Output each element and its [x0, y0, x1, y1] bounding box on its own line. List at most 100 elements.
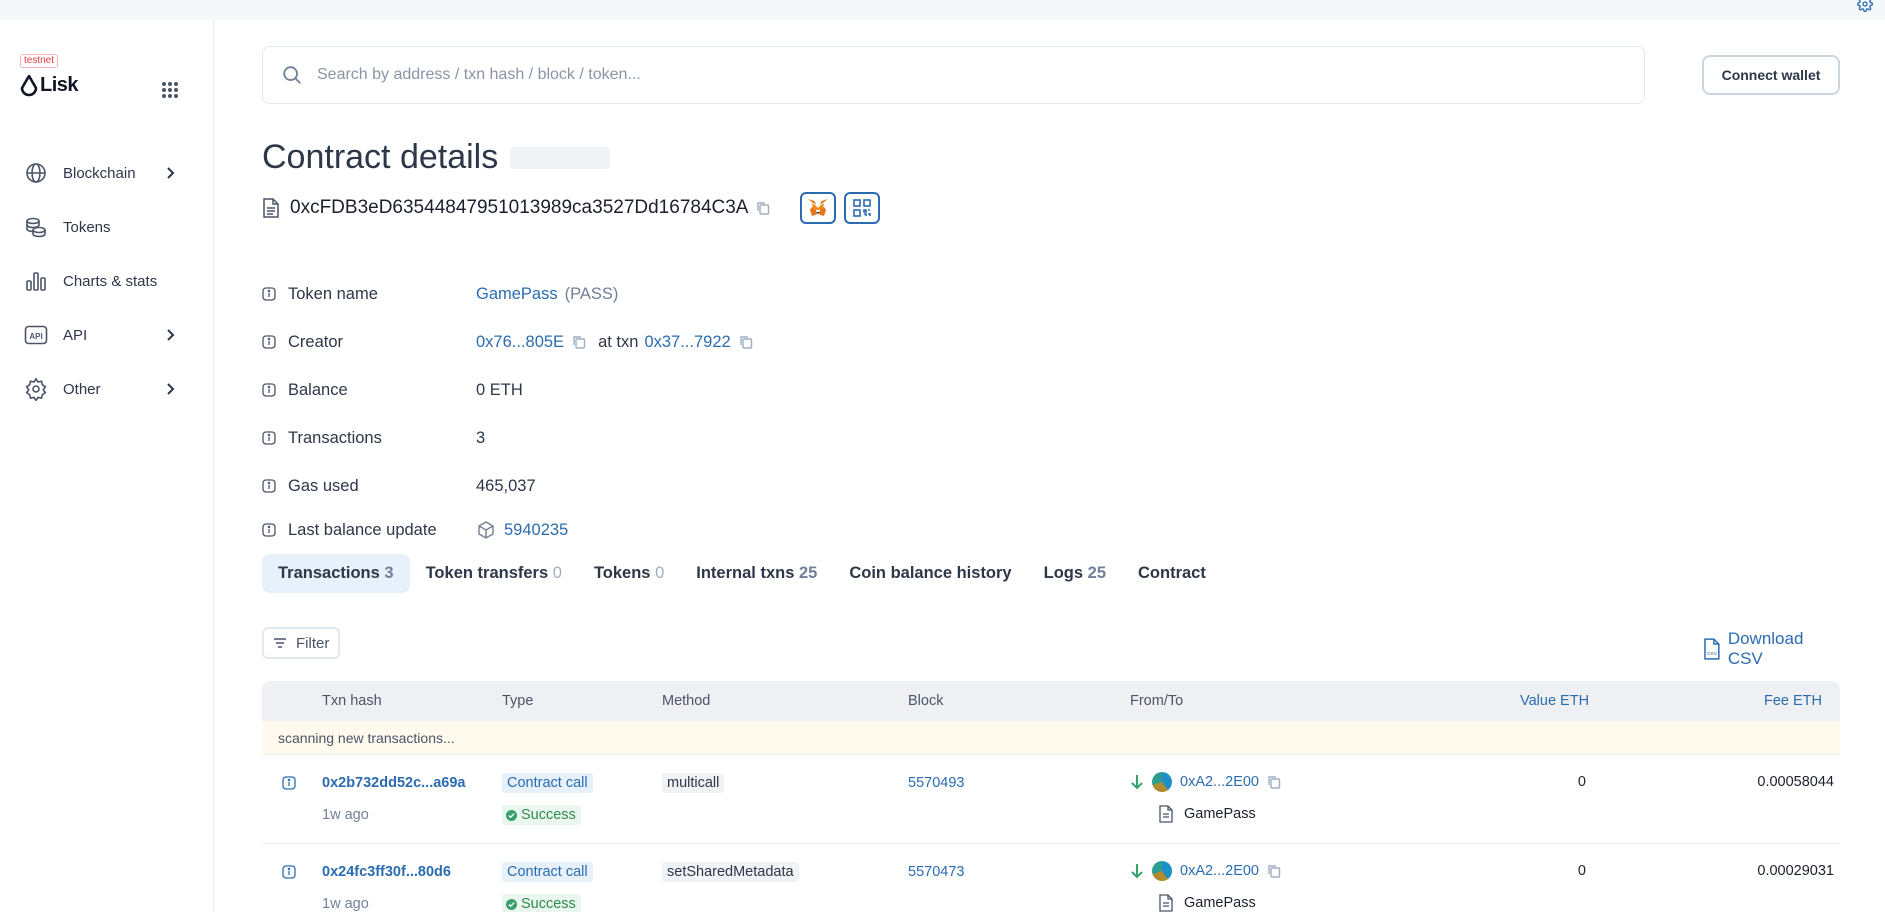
tab-coin-balance-history[interactable]: Coin balance history [833, 554, 1027, 593]
token-name-link[interactable]: GamePass [476, 285, 558, 304]
copy-icon[interactable] [572, 335, 586, 349]
from-address: 0xA2...2E00 [1130, 861, 1281, 881]
contract-document-icon [1159, 894, 1173, 912]
type-badge: Contract call [502, 862, 593, 882]
lisk-drop-icon [20, 74, 38, 96]
tab-contract[interactable]: Contract [1122, 554, 1222, 593]
svg-text:CSV: CSV [1707, 651, 1718, 657]
sidebar-item-blockchain[interactable]: Blockchain [0, 146, 214, 200]
download-csv-link[interactable]: CSV Download CSV [1702, 629, 1842, 669]
arrow-down-icon [1131, 864, 1143, 879]
chevron-right-icon [167, 329, 175, 341]
header-method: Method [662, 693, 711, 709]
chevron-right-icon [167, 167, 175, 179]
txn-hash-link[interactable]: 0x2b732dd52c...a69a [322, 775, 466, 791]
block-number-link[interactable]: 5940235 [504, 521, 568, 540]
header-txn-hash: Txn hash [322, 693, 382, 709]
sidebar-nav: Blockchain Tokens Charts & stats API API… [0, 146, 214, 416]
sidebar-item-other[interactable]: Other [0, 362, 214, 416]
sidebar-item-charts-stats[interactable]: Charts & stats [0, 254, 214, 308]
header-fee-eth[interactable]: Fee ETH [1764, 693, 1822, 709]
search-input[interactable] [317, 66, 1517, 84]
txn-age: 1w ago [322, 896, 369, 912]
connect-wallet-button[interactable]: Connect wallet [1702, 55, 1840, 95]
filter-button[interactable]: Filter [262, 627, 340, 659]
header-value-eth[interactable]: Value ETH [1520, 693, 1589, 709]
detail-row-balance: Balance 0 ETH [262, 366, 1062, 414]
transactions-count-link[interactable]: 3 [476, 429, 485, 448]
txn-age: 1w ago [322, 807, 369, 823]
block-cube-icon [478, 521, 494, 539]
search-bar[interactable] [262, 46, 1645, 104]
qr-code-icon [853, 199, 872, 217]
info-icon[interactable] [262, 431, 276, 445]
detail-label: Gas used [288, 476, 359, 495]
filter-icon [274, 638, 286, 648]
sidebar-item-api[interactable]: API API [0, 308, 214, 362]
sidebar-item-label: API [63, 326, 88, 344]
detail-label: Creator [288, 332, 344, 351]
from-address-link[interactable]: 0xA2...2E00 [1180, 774, 1259, 790]
filter-label: Filter [296, 634, 330, 652]
from-address-link[interactable]: 0xA2...2E00 [1180, 863, 1259, 879]
avatar [1152, 861, 1172, 881]
copy-icon[interactable] [1267, 775, 1281, 789]
detail-label: Balance [288, 380, 348, 399]
coins-icon [26, 217, 46, 238]
detail-row-gas-used: Gas used 465,037 [262, 462, 1062, 510]
address-row: 0xcFDB3eD63544847951013989ca3527Dd16784C… [262, 192, 881, 224]
copy-icon[interactable] [739, 335, 753, 349]
top-bar [0, 0, 1885, 20]
tab-token-transfers[interactable]: Token transfers 0 [410, 554, 578, 593]
detail-label: Last balance update [288, 520, 437, 539]
info-icon[interactable] [262, 479, 276, 493]
lisk-logo[interactable]: Lisk [20, 74, 79, 97]
tab-tokens[interactable]: Tokens 0 [578, 554, 680, 593]
value-eth: 0 [1577, 863, 1586, 879]
info-icon[interactable] [262, 335, 276, 349]
apps-grid-icon[interactable] [160, 80, 180, 100]
contract-document-icon [1159, 805, 1173, 823]
at-txn-text: at txn [598, 332, 639, 351]
type-badge: Contract call [502, 773, 593, 793]
sidebar-item-label: Charts & stats [63, 272, 158, 290]
add-to-metamask-button[interactable] [800, 192, 837, 224]
block-link[interactable]: 5570493 [908, 775, 964, 791]
status-badge: Success [502, 894, 581, 912]
settings-gear-icon[interactable] [1857, 0, 1873, 12]
csv-file-icon: CSV [1704, 638, 1720, 660]
block-link[interactable]: 5570473 [908, 864, 964, 880]
tab-transactions[interactable]: Transactions 3 [262, 553, 410, 593]
tab-logs[interactable]: Logs 25 [1028, 554, 1122, 593]
tab-count: 0 [655, 563, 665, 582]
creator-txn-link[interactable]: 0x37...7922 [644, 333, 730, 352]
info-icon[interactable] [282, 776, 296, 790]
contract-address: 0xcFDB3eD63544847951013989ca3527Dd16784C… [290, 197, 749, 218]
tab-label: Tokens [593, 563, 651, 582]
sidebar-item-tokens[interactable]: Tokens [0, 200, 214, 254]
transactions-table: Txn hash Type Method Block From/To Value… [262, 681, 1840, 912]
copy-icon[interactable] [1267, 864, 1281, 878]
avatar [1152, 772, 1172, 792]
metamask-fox-icon [808, 199, 829, 216]
header-from-to: From/To [1130, 693, 1184, 709]
contract-document-icon [263, 198, 279, 218]
chart-icon [26, 272, 46, 291]
tab-label: Logs [1043, 563, 1084, 582]
info-icon[interactable] [282, 865, 296, 879]
detail-row-creator: Creator 0x76...805E at txn 0x37...7922 [262, 318, 1062, 366]
txn-hash-link[interactable]: 0x24fc3ff30f...80d6 [322, 864, 451, 880]
tab-count: 25 [798, 563, 818, 582]
info-icon[interactable] [262, 383, 276, 397]
qr-code-button[interactable] [844, 192, 881, 224]
info-icon[interactable] [262, 287, 276, 301]
contract-details: Token name GamePass (PASS) Creator 0x76.… [262, 270, 1062, 550]
to-contract-name[interactable]: GamePass [1184, 806, 1256, 822]
copy-icon[interactable] [756, 201, 770, 215]
tab-count: 3 [384, 563, 394, 582]
info-icon[interactable] [262, 523, 276, 537]
to-contract-name[interactable]: GamePass [1184, 895, 1256, 911]
tab-internal-txns[interactable]: Internal txns 25 [680, 554, 833, 593]
creator-address-link[interactable]: 0x76...805E [476, 333, 564, 352]
to-contract: GamePass [1158, 894, 1256, 912]
